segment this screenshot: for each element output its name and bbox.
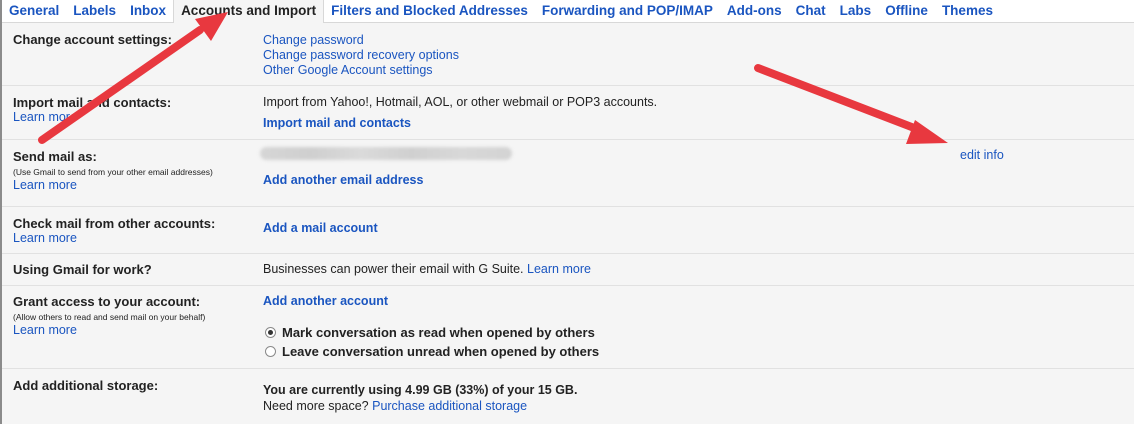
tab-add-ons[interactable]: Add-ons — [720, 0, 789, 22]
gmail-for-work-row: Using Gmail for work? Businesses can pow… — [2, 254, 1134, 286]
edit-info-link[interactable]: edit info — [960, 148, 1004, 162]
redacted-email-address — [260, 147, 512, 160]
section-sublabel: (Allow others to read and send mail on y… — [13, 312, 206, 322]
send-mail-as-row: Send mail as: (Use Gmail to send from yo… — [2, 140, 1134, 207]
section-label: Add additional storage: — [13, 378, 159, 393]
section-label: Grant access to your account: — [13, 294, 201, 309]
add-mail-account-button[interactable]: Add a mail account — [263, 221, 378, 235]
more-space-text: Need more space? Purchase additional sto… — [263, 399, 528, 413]
section-sublabel: (Use Gmail to send from your other email… — [13, 167, 213, 177]
tab-accounts-and-import[interactable]: Accounts and Import — [173, 0, 325, 23]
change-password-link[interactable]: Change password — [263, 33, 364, 47]
learn-more-link[interactable]: Learn more — [13, 231, 77, 245]
mark-read-radio[interactable]: Mark conversation as read when opened by… — [265, 325, 595, 340]
gsuite-text: Businesses can power their email with G … — [263, 262, 591, 276]
section-label: Send mail as: — [13, 149, 97, 164]
section-label: Check mail from other accounts: — [13, 216, 216, 231]
grant-access-row: Grant access to your account: (Allow oth… — [2, 286, 1134, 369]
change-account-settings-row: Change account settings: Change password… — [2, 23, 1134, 86]
section-label: Import mail and contacts: — [13, 95, 172, 110]
tab-filters[interactable]: Filters and Blocked Addresses — [324, 0, 535, 22]
tab-chat[interactable]: Chat — [789, 0, 833, 22]
import-mail-button[interactable]: Import mail and contacts — [263, 116, 411, 130]
learn-more-link[interactable]: Learn more — [13, 178, 77, 192]
purchase-storage-link[interactable]: Purchase additional storage — [372, 399, 527, 413]
storage-row: Add additional storage: You are currentl… — [2, 369, 1134, 424]
radio-selected-icon — [265, 327, 276, 338]
section-label: Using Gmail for work? — [13, 262, 152, 277]
other-google-settings-link[interactable]: Other Google Account settings — [263, 63, 433, 77]
tab-labs[interactable]: Labs — [833, 0, 879, 22]
check-mail-row: Check mail from other accounts: Learn mo… — [2, 207, 1134, 254]
import-description: Import from Yahoo!, Hotmail, AOL, or oth… — [263, 95, 658, 109]
tab-labels[interactable]: Labels — [66, 0, 123, 22]
tab-general[interactable]: General — [2, 0, 66, 22]
tab-offline[interactable]: Offline — [878, 0, 935, 22]
change-recovery-link[interactable]: Change password recovery options — [263, 48, 459, 62]
settings-tab-bar: General Labels Inbox Accounts and Import… — [2, 0, 1134, 23]
learn-more-link[interactable]: Learn more — [13, 323, 77, 337]
storage-usage-text: You are currently using 4.99 GB (33%) of… — [263, 383, 578, 397]
learn-more-link[interactable]: Learn more — [13, 110, 77, 124]
tab-forwarding[interactable]: Forwarding and POP/IMAP — [535, 0, 720, 22]
import-row: Import mail and contacts: Learn more Imp… — [2, 86, 1134, 140]
gsuite-learn-more-link[interactable]: Learn more — [527, 262, 591, 276]
radio-unselected-icon — [265, 346, 276, 357]
add-another-account-button[interactable]: Add another account — [263, 294, 388, 308]
tab-themes[interactable]: Themes — [935, 0, 1000, 22]
tab-inbox[interactable]: Inbox — [123, 0, 173, 22]
section-label: Change account settings: — [13, 32, 172, 47]
add-email-address-button[interactable]: Add another email address — [263, 173, 423, 187]
leave-unread-radio[interactable]: Leave conversation unread when opened by… — [265, 344, 599, 359]
